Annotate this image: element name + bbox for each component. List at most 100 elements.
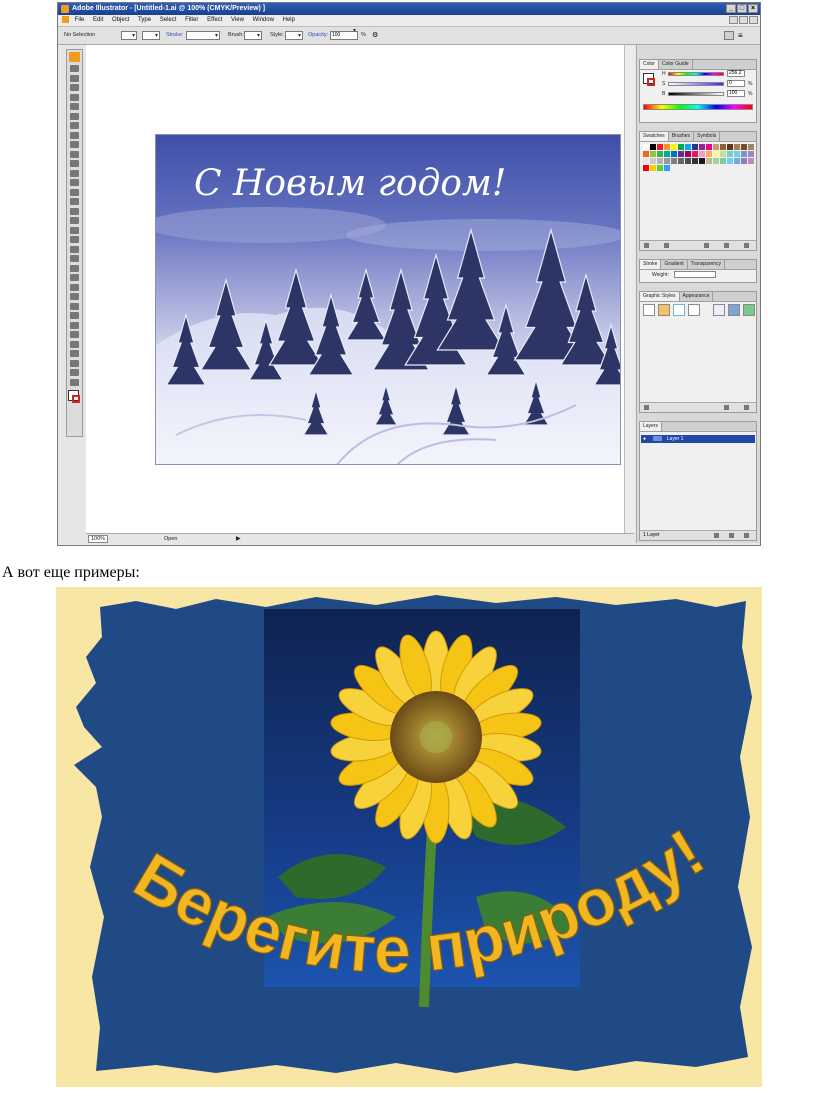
color-swatch[interactable] bbox=[734, 144, 740, 150]
opacity-field[interactable]: 100 bbox=[330, 28, 358, 40]
new-swatch-icon[interactable] bbox=[724, 243, 729, 248]
channel-b-value[interactable]: 100 bbox=[727, 90, 745, 97]
tool-icon[interactable] bbox=[70, 359, 79, 367]
tool-icon[interactable] bbox=[70, 321, 79, 329]
color-swatch[interactable] bbox=[699, 151, 705, 157]
layer-visibility-icon[interactable]: ● bbox=[643, 435, 649, 443]
tool-icon[interactable] bbox=[70, 274, 79, 281]
new-graphic-style-icon[interactable] bbox=[724, 405, 729, 410]
zoom-level[interactable]: 100% bbox=[88, 535, 109, 543]
color-swatch[interactable] bbox=[734, 158, 740, 164]
workspace-icon[interactable] bbox=[724, 31, 734, 40]
graphic-style-libraries-icon[interactable] bbox=[644, 405, 649, 410]
color-swatch[interactable] bbox=[720, 151, 726, 157]
tool-icon[interactable] bbox=[70, 65, 79, 72]
color-swatch[interactable] bbox=[650, 158, 656, 164]
graphic-style-5[interactable] bbox=[713, 304, 725, 316]
tool-icon[interactable] bbox=[70, 112, 79, 120]
brush-dropdown[interactable] bbox=[244, 28, 262, 45]
color-swatch[interactable] bbox=[734, 151, 740, 157]
graphic-style-default[interactable] bbox=[643, 304, 655, 316]
show-swatch-kinds-icon[interactable] bbox=[664, 243, 669, 248]
color-swatch[interactable] bbox=[713, 158, 719, 164]
color-swatch[interactable] bbox=[657, 144, 663, 150]
fill-stroke-icon[interactable] bbox=[68, 389, 81, 404]
tool-icon[interactable] bbox=[70, 122, 79, 129]
color-swatch[interactable] bbox=[692, 158, 698, 164]
color-swatch[interactable] bbox=[692, 144, 698, 150]
menu-help[interactable]: Help bbox=[283, 15, 295, 26]
color-swatch[interactable] bbox=[706, 158, 712, 164]
color-swatch[interactable] bbox=[685, 158, 691, 164]
channel-h-value[interactable]: 256.2 bbox=[727, 70, 745, 77]
color-swatch[interactable] bbox=[664, 158, 670, 164]
doc-close-button[interactable] bbox=[749, 16, 758, 24]
color-swatch[interactable] bbox=[671, 144, 677, 150]
tool-icon[interactable] bbox=[70, 283, 79, 291]
tool-icon[interactable] bbox=[70, 302, 79, 310]
stroke-weight-field[interactable] bbox=[674, 271, 716, 278]
color-swatch[interactable] bbox=[643, 144, 649, 150]
tool-icon[interactable] bbox=[70, 245, 79, 253]
menu-file[interactable]: File bbox=[75, 15, 85, 26]
color-swatch[interactable] bbox=[643, 165, 649, 171]
tab-symbols[interactable]: Symbols bbox=[694, 132, 721, 141]
tab-color[interactable]: Color bbox=[640, 60, 659, 69]
delete-layer-icon[interactable] bbox=[744, 533, 749, 538]
tool-icon[interactable] bbox=[70, 236, 79, 243]
graphic-style-3[interactable] bbox=[673, 304, 685, 316]
tool-icon[interactable] bbox=[70, 264, 79, 272]
color-swatch[interactable] bbox=[692, 151, 698, 157]
graphic-style-2[interactable] bbox=[658, 304, 670, 316]
channel-h-slider[interactable] bbox=[668, 72, 724, 76]
color-swatch[interactable] bbox=[727, 151, 733, 157]
stroke-swatch[interactable] bbox=[647, 78, 655, 86]
tool-icon[interactable] bbox=[70, 369, 79, 376]
tab-brushes[interactable]: Brushes bbox=[669, 132, 695, 141]
tab-color-guide[interactable]: Color Guide bbox=[659, 60, 693, 69]
color-swatch[interactable] bbox=[741, 158, 747, 164]
color-swatch[interactable] bbox=[643, 158, 649, 164]
color-swatch[interactable] bbox=[650, 144, 656, 150]
tool-icon[interactable] bbox=[70, 340, 79, 348]
layer-name[interactable]: Layer 1 bbox=[667, 436, 684, 442]
color-swatch[interactable] bbox=[727, 158, 733, 164]
control-bar-menu-icon[interactable]: ≡ bbox=[738, 31, 745, 40]
color-swatch[interactable] bbox=[650, 151, 656, 157]
color-swatch[interactable] bbox=[664, 151, 670, 157]
swatch-libraries-icon[interactable] bbox=[644, 243, 649, 248]
tool-icon[interactable] bbox=[70, 74, 79, 82]
status-arrow-icon[interactable]: ▶ bbox=[236, 534, 241, 544]
color-swatch[interactable] bbox=[706, 144, 712, 150]
tool-icon[interactable] bbox=[70, 169, 79, 177]
color-swatch[interactable] bbox=[748, 151, 754, 157]
color-swatch[interactable] bbox=[720, 144, 726, 150]
color-swatch[interactable] bbox=[650, 165, 656, 171]
color-swatch[interactable] bbox=[713, 144, 719, 150]
doc-minimize-button[interactable] bbox=[729, 16, 738, 24]
color-swatch[interactable] bbox=[678, 151, 684, 157]
doc-restore-button[interactable] bbox=[739, 16, 748, 24]
tool-icon[interactable] bbox=[70, 255, 79, 262]
layer-row[interactable]: ● Layer 1 bbox=[641, 435, 755, 443]
tab-appearance[interactable]: Appearance bbox=[680, 292, 714, 301]
delete-swatch-icon[interactable] bbox=[744, 243, 749, 248]
tool-icon[interactable] bbox=[70, 141, 79, 148]
tool-icon[interactable] bbox=[70, 350, 79, 357]
color-swatch[interactable] bbox=[720, 158, 726, 164]
opacity-label[interactable]: Opacity: bbox=[308, 27, 328, 44]
tab-transparency[interactable]: Transparency bbox=[688, 260, 726, 269]
color-swatch[interactable] bbox=[671, 158, 677, 164]
color-swatch[interactable] bbox=[664, 144, 670, 150]
tool-icon[interactable] bbox=[70, 131, 79, 139]
tool-icon[interactable] bbox=[70, 207, 79, 215]
color-swatch[interactable] bbox=[727, 144, 733, 150]
graphic-style-7[interactable] bbox=[743, 304, 755, 316]
tab-swatches[interactable]: Swatches bbox=[640, 132, 669, 141]
recolor-artwork-icon[interactable]: ⚙ bbox=[372, 31, 382, 40]
vertical-scrollbar[interactable] bbox=[624, 45, 635, 533]
color-swatch[interactable] bbox=[699, 144, 705, 150]
tool-icon[interactable] bbox=[70, 93, 79, 101]
stroke-weight-field[interactable] bbox=[186, 28, 220, 45]
graphic-style-6[interactable] bbox=[728, 304, 740, 316]
